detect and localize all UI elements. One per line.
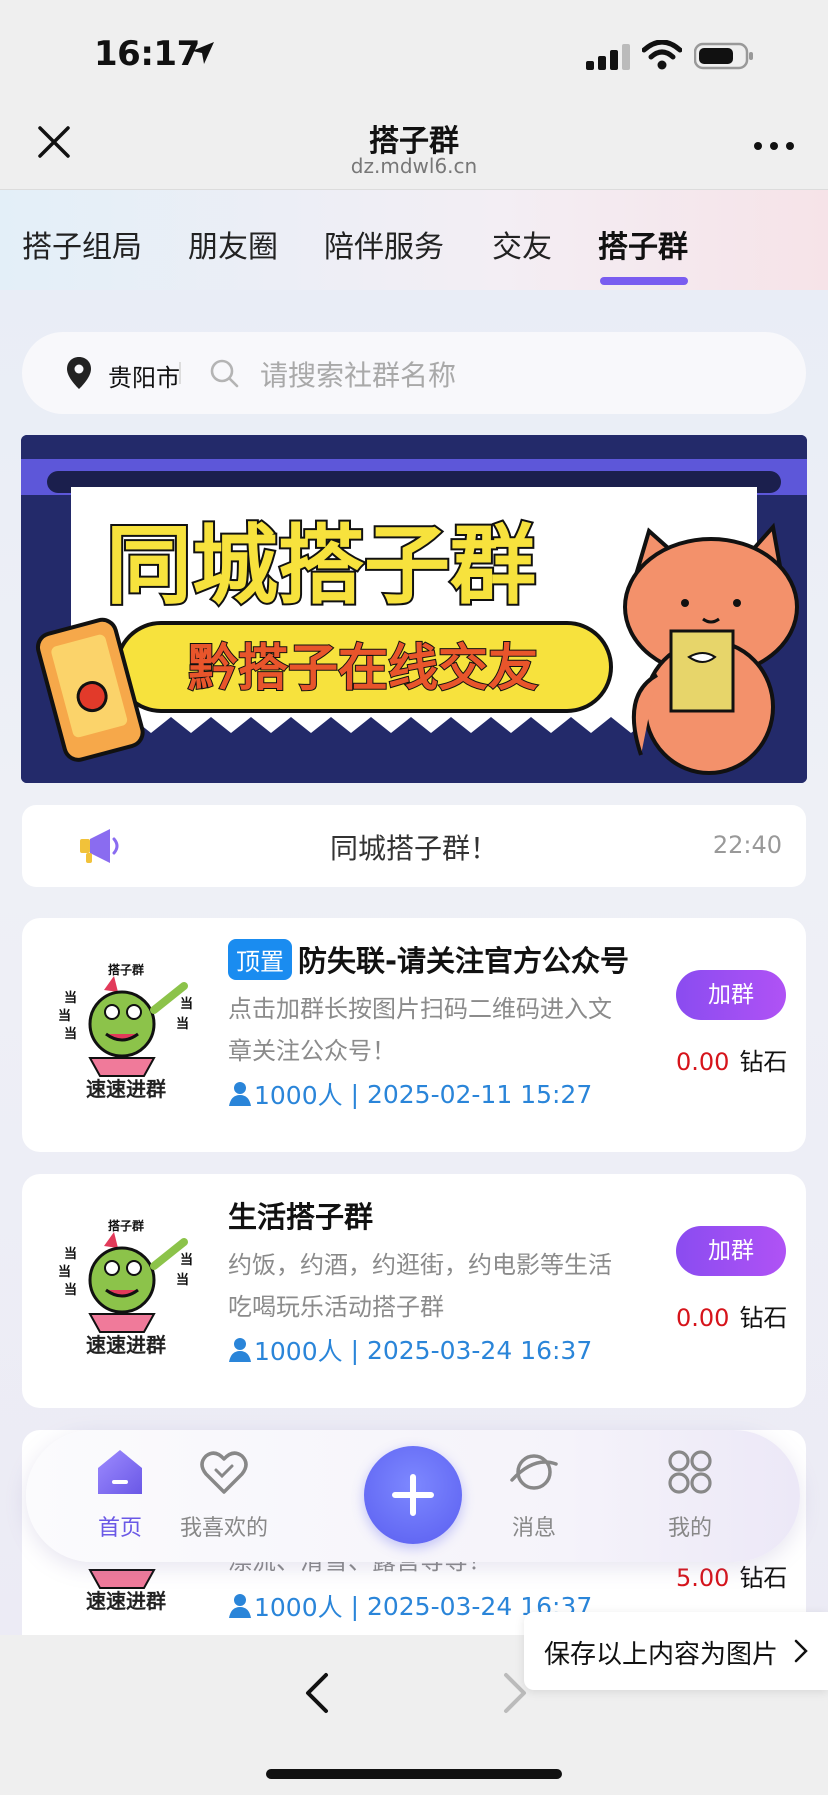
person-icon	[229, 1338, 251, 1362]
svg-text:当: 当	[180, 996, 193, 1012]
svg-text:当: 当	[58, 1264, 71, 1280]
card-title-row: 生活搭子群	[228, 1194, 373, 1236]
svg-text:当: 当	[64, 1246, 77, 1262]
bottom-tab-label: 我的	[667, 1516, 712, 1541]
tab-friends[interactable]: 交友	[492, 222, 552, 266]
group-price: 0.00 钻石	[676, 1042, 787, 1077]
meta-separator: |	[342, 1079, 367, 1109]
svg-text:当: 当	[176, 1016, 189, 1032]
location-pin-icon	[67, 357, 91, 389]
status-bar: 16:17	[0, 0, 828, 100]
page-url: dz.mdwl6.cn	[350, 154, 478, 178]
announcement-bar[interactable]: 同城搭子群！ 22:40	[22, 805, 806, 887]
svg-text:当: 当	[176, 1272, 189, 1288]
create-button[interactable]	[364, 1446, 462, 1544]
search-divider	[179, 362, 181, 384]
group-card[interactable]: 搭子群 当 当 当 当 当 速速进群 顶置 防失联-请关注官方公众号 点击加群长…	[22, 918, 806, 1152]
group-meta: 1000人 | 2025-03-24 16:37	[228, 1332, 592, 1368]
group-price: 5.00 钻石	[676, 1558, 787, 1593]
signal-icon	[586, 44, 630, 70]
svg-text:当: 当	[180, 1252, 193, 1268]
tab-dazi-group[interactable]: 搭子群	[598, 222, 688, 266]
battery-icon	[694, 42, 753, 70]
price-unit: 钻石	[739, 1304, 788, 1332]
svg-text:当: 当	[64, 990, 77, 1006]
grid-icon	[668, 1450, 712, 1494]
bottom-tab-label: 我喜欢的	[179, 1516, 268, 1541]
bottom-tab-bar: 首页 我喜欢的 消息 我的	[26, 1430, 800, 1562]
svg-text:当: 当	[58, 1008, 71, 1024]
category-tabs: 搭子组局 朋友圈 陪伴服务 交友 搭子群	[0, 190, 828, 290]
svg-text:搭子群: 搭子群	[108, 962, 144, 977]
bottom-tab-label: 首页	[97, 1516, 142, 1541]
svg-text:当: 当	[64, 1282, 77, 1298]
tab-dazi-zuju[interactable]: 搭子组局	[22, 222, 142, 266]
bottom-tab-profile[interactable]: 我的	[630, 1446, 750, 1542]
svg-text:速速进群: 速速进群	[86, 1077, 166, 1101]
back-arrow-icon[interactable]	[298, 1671, 338, 1715]
status-time: 16:17	[94, 34, 200, 74]
nav-bar: 搭子群 dz.mdwl6.cn	[0, 100, 828, 190]
home-icon	[98, 1450, 142, 1494]
group-date: 2025-03-24 16:37	[366, 1335, 593, 1365]
svg-text:速速进群: 速速进群	[86, 1589, 166, 1613]
tab-moments[interactable]: 朋友圈	[188, 222, 278, 266]
group-description: 点击加群长按图片扫码二维码进入文章关注公众号！	[228, 995, 612, 1065]
group-price: 0.00 钻石	[676, 1298, 787, 1333]
planet-icon	[510, 1454, 558, 1490]
group-date: 2025-02-11 15:27	[366, 1079, 593, 1109]
group-card[interactable]: 搭子群 当 当 当 当 当 速速进群 生活搭子群 约饭，约酒，约逛街，约电影等生…	[22, 1174, 806, 1408]
meta-separator: |	[342, 1335, 367, 1365]
home-indicator	[266, 1769, 562, 1779]
card-title-row: 顶置 防失联-请关注官方公众号	[228, 938, 629, 980]
plus-icon	[392, 1474, 434, 1516]
bottom-tab-home[interactable]: 首页	[60, 1446, 180, 1542]
group-meta: 1000人 | 2025-02-11 15:27	[228, 1076, 592, 1112]
heart-icon	[200, 1451, 248, 1494]
save-as-image-label: 保存以上内容为图片	[544, 1640, 779, 1670]
banner-subtitle: 黔搭子在线交友	[188, 639, 538, 697]
svg-text:搭子群: 搭子群	[108, 1218, 144, 1233]
banner-artwork: 同城搭子群 黔搭子在线交友	[21, 435, 807, 783]
group-title: 防失联-请关注官方公众号	[298, 944, 630, 978]
member-count: 1000人	[254, 1081, 343, 1110]
svg-text:当: 当	[64, 1026, 77, 1042]
location-arrow-icon	[192, 42, 214, 64]
member-count: 1000人	[254, 1337, 343, 1366]
search-bar[interactable]: 贵阳市 请搜索社群名称	[22, 332, 806, 414]
price-value: 5.00	[676, 1564, 730, 1592]
price-value: 0.00	[676, 1304, 730, 1332]
wifi-icon	[642, 40, 682, 70]
pinned-badge: 顶置	[228, 938, 292, 980]
member-count: 1000人	[254, 1593, 343, 1622]
search-icon	[210, 359, 239, 388]
chevron-right-icon	[794, 1639, 808, 1663]
join-group-button[interactable]: 加群	[676, 1226, 786, 1276]
announcement-text: 同城搭子群！	[329, 832, 498, 865]
meta-separator: |	[342, 1591, 367, 1621]
more-options-icon[interactable]	[752, 140, 796, 152]
person-icon	[229, 1594, 251, 1618]
city-selector[interactable]: 贵阳市	[108, 358, 180, 393]
promo-banner[interactable]: 同城搭子群 黔搭子在线交友	[21, 435, 807, 783]
save-as-image-button[interactable]: 保存以上内容为图片	[524, 1612, 828, 1690]
bottom-tab-messages[interactable]: 消息	[474, 1446, 594, 1542]
bottom-tab-label: 消息	[511, 1516, 556, 1541]
group-thumbnail: 搭子群 当 当 当 当 当 速速进群	[44, 940, 208, 1104]
person-icon	[229, 1082, 251, 1106]
announcement-time: 22:40	[712, 831, 782, 859]
group-thumbnail: 搭子群 当 当 当 当 当 速速进群	[44, 1196, 208, 1360]
price-unit: 钻石	[739, 1564, 788, 1592]
join-group-button[interactable]: 加群	[676, 970, 786, 1020]
banner-title: 同城搭子群	[106, 516, 536, 616]
tab-companion-service[interactable]: 陪伴服务	[324, 222, 444, 266]
group-description: 约饭，约酒，约逛街，约电影等生活吃喝玩乐活动搭子群	[228, 1251, 612, 1321]
group-title: 生活搭子群	[228, 1200, 374, 1234]
price-value: 0.00	[676, 1048, 730, 1076]
price-unit: 钻石	[739, 1048, 788, 1076]
search-input[interactable]: 请搜索社群名称	[260, 354, 456, 394]
bottom-tab-favorites[interactable]: 我喜欢的	[164, 1446, 284, 1542]
svg-text:速速进群: 速速进群	[86, 1333, 166, 1357]
tab-indicator	[600, 277, 688, 285]
